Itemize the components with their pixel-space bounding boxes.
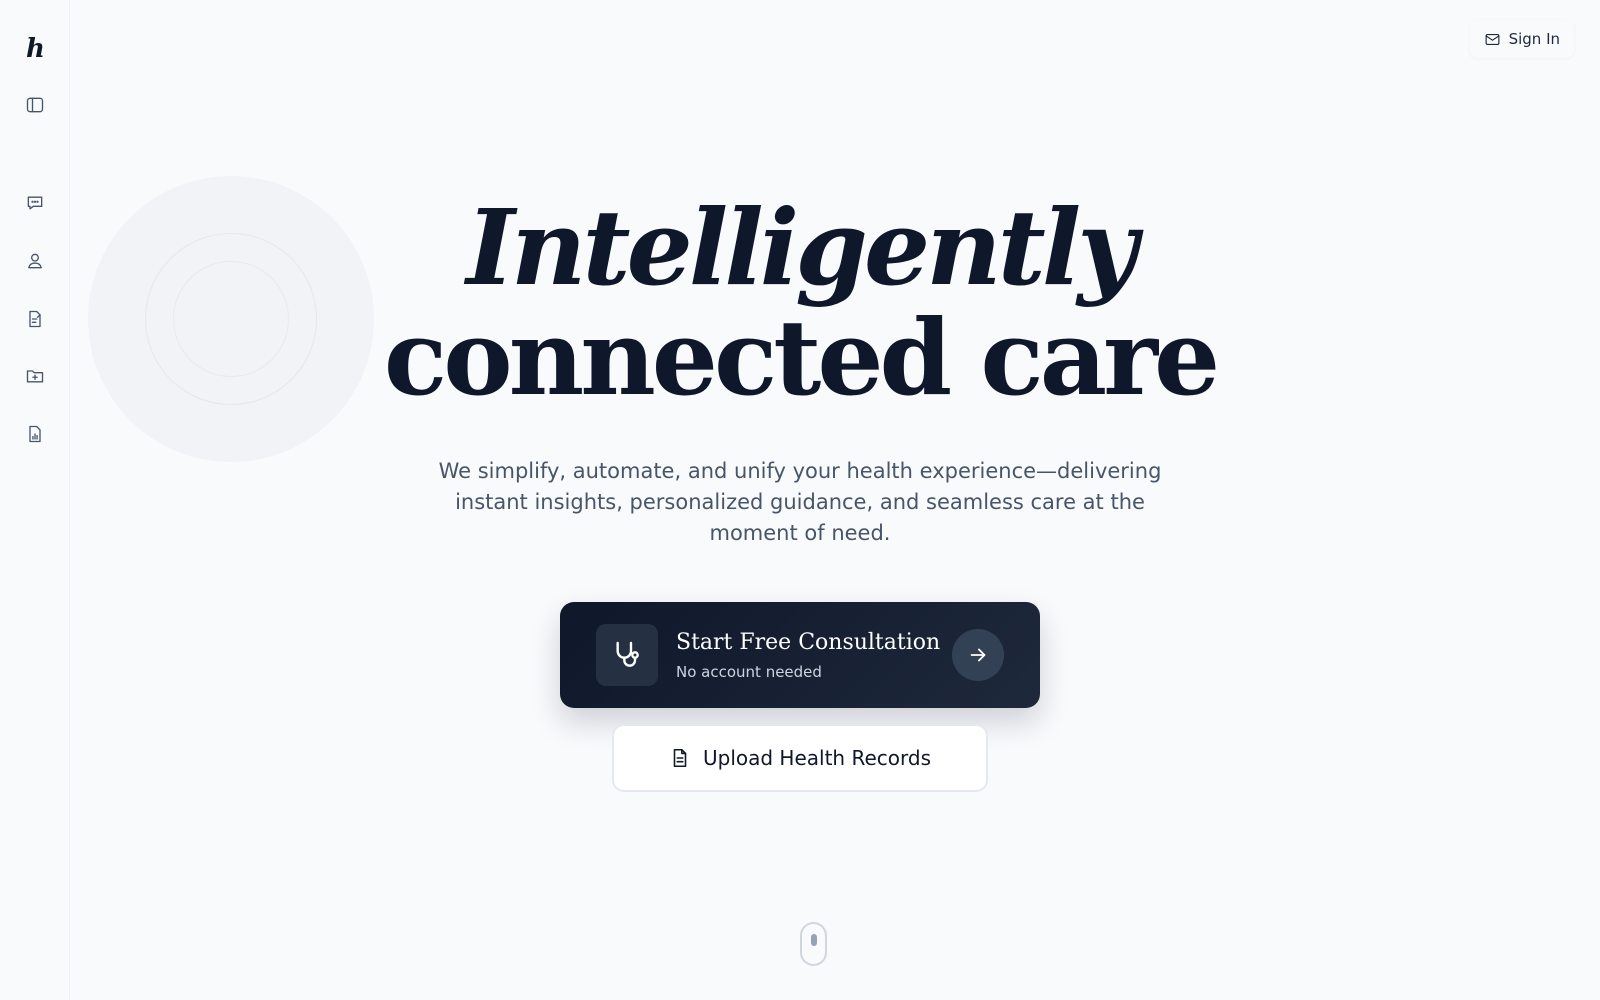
- report-chart-icon[interactable]: [23, 422, 47, 446]
- sign-in-button[interactable]: Sign In: [1469, 20, 1574, 58]
- mail-icon: [1485, 33, 1500, 45]
- hero-title-line2: connected care: [383, 296, 1220, 419]
- stethoscope-icon: [596, 624, 658, 686]
- hero-subtitle: We simplify, automate, and unify your he…: [438, 459, 1162, 545]
- logo[interactable]: h: [26, 34, 45, 64]
- cta-subtitle: No account needed: [676, 663, 822, 681]
- sidebar: h: [0, 0, 70, 1000]
- upload-label: Upload Health Records: [703, 746, 931, 770]
- start-consultation-button[interactable]: Start Free Consultation No account neede…: [560, 602, 1040, 708]
- scroll-indicator[interactable]: [800, 922, 827, 966]
- document-icon: [673, 748, 687, 768]
- sign-in-label: Sign In: [1508, 30, 1560, 48]
- arrow-right-icon: [952, 629, 1004, 681]
- cta-title: Start Free Consultation: [676, 630, 941, 655]
- scroll-indicator-dot: [811, 934, 817, 946]
- sidebar-toggle-icon[interactable]: [23, 93, 47, 117]
- hero-title-line1: Intelligently: [466, 186, 1137, 309]
- upload-health-records-button[interactable]: Upload Health Records: [612, 724, 988, 792]
